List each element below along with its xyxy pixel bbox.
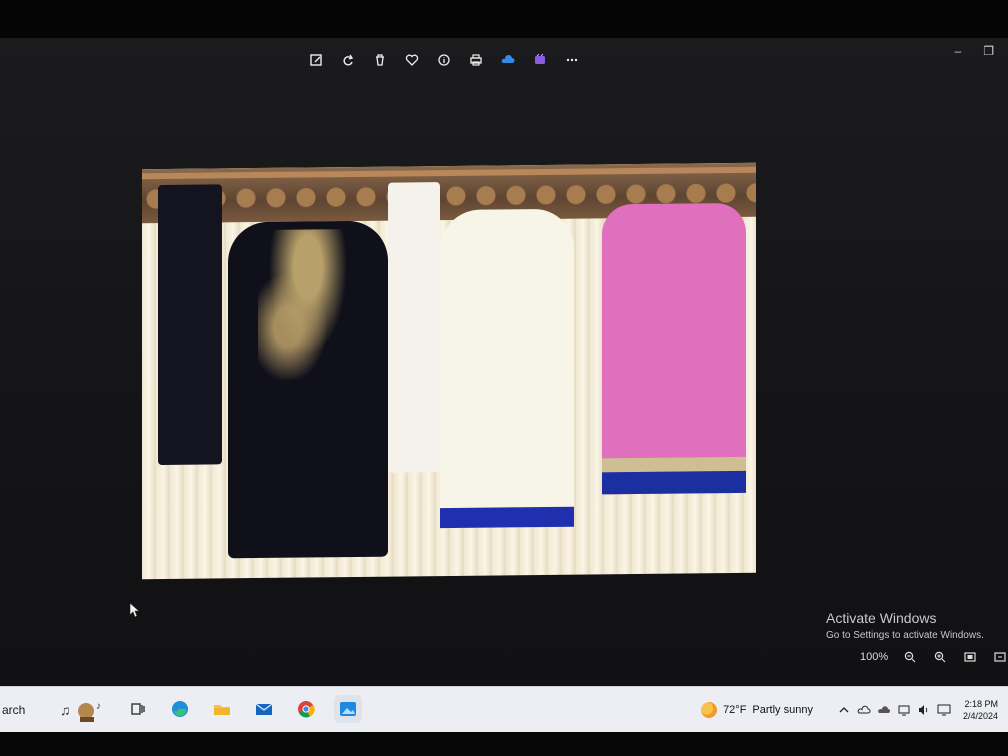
activate-subtitle: Go to Settings to activate Windows.	[826, 630, 984, 641]
gramophone-icon[interactable]: ♫ ♪	[60, 697, 104, 723]
weather-text: Partly sunny	[752, 704, 813, 716]
taskbar-clock[interactable]: 2:18 PM 2/4/2024	[963, 698, 998, 722]
pink-lehenga-dress	[602, 202, 746, 495]
cloud-icon[interactable]	[877, 703, 891, 717]
activate-windows-watermark: Activate Windows Go to Settings to activ…	[826, 610, 984, 641]
info-icon[interactable]	[434, 50, 454, 70]
svg-text:♫: ♫	[60, 702, 71, 718]
rotate-icon[interactable]	[338, 50, 358, 70]
zoom-out-icon[interactable]	[902, 650, 918, 664]
photo-viewer-toolbar	[306, 50, 582, 70]
network-icon[interactable]	[897, 703, 911, 717]
restore-button[interactable]: ❐	[983, 44, 994, 58]
weather-widget[interactable]: 72°F Partly sunny	[701, 702, 813, 718]
edit-icon[interactable]	[306, 50, 326, 70]
taskbar-search[interactable]: arch	[0, 687, 56, 733]
chrome-icon[interactable]	[292, 695, 320, 723]
window-controls: – ❐	[955, 44, 994, 58]
task-view-icon[interactable]	[124, 695, 152, 723]
black-embroidered-dress	[228, 220, 388, 559]
clipchamp-icon[interactable]	[530, 50, 550, 70]
edge-icon[interactable]	[166, 695, 194, 723]
svg-text:♪: ♪	[96, 701, 101, 712]
more-icon[interactable]	[562, 50, 582, 70]
system-tray: 72°F Partly sunny 2:18 PM 2/4/2024	[701, 687, 1008, 733]
white-anarkali-dress	[440, 208, 574, 529]
taskbar-apps	[124, 695, 362, 723]
chevron-up-icon[interactable]	[837, 703, 851, 717]
black-dupatta	[158, 184, 222, 466]
partly-sunny-icon	[701, 702, 718, 718]
volume-icon[interactable]	[917, 703, 931, 717]
onedrive-icon[interactable]	[498, 50, 518, 70]
zoom-level: 100%	[860, 651, 889, 663]
weather-temp: 72°F	[723, 704, 747, 716]
search-text: arch	[2, 703, 26, 717]
fullscreen-icon[interactable]	[992, 650, 1008, 664]
print-icon[interactable]	[466, 50, 486, 70]
clock-time: 2:18 PM	[964, 699, 998, 709]
mail-icon[interactable]	[250, 695, 278, 723]
activate-title: Activate Windows	[826, 610, 937, 626]
fit-to-window-icon[interactable]	[962, 650, 978, 664]
file-explorer-icon[interactable]	[208, 695, 236, 723]
photos-icon[interactable]	[334, 695, 362, 723]
zoom-controls: 100%	[860, 650, 1008, 664]
delete-icon[interactable]	[370, 50, 390, 70]
onedrive-tray-icon[interactable]	[857, 703, 871, 717]
monitor-bezel-bottom	[0, 732, 1008, 756]
minimize-button[interactable]: –	[955, 44, 962, 58]
display-icon[interactable]	[937, 703, 951, 717]
clock-date: 2/4/2024	[962, 711, 998, 721]
white-dupatta	[388, 182, 440, 473]
favorite-icon[interactable]	[402, 50, 422, 70]
taskbar: arch ♫ ♪ 72°F Partly sunny 2:18 PM 2/4/2…	[0, 686, 1008, 733]
zoom-in-icon[interactable]	[932, 650, 948, 664]
displayed-photo	[142, 162, 756, 580]
